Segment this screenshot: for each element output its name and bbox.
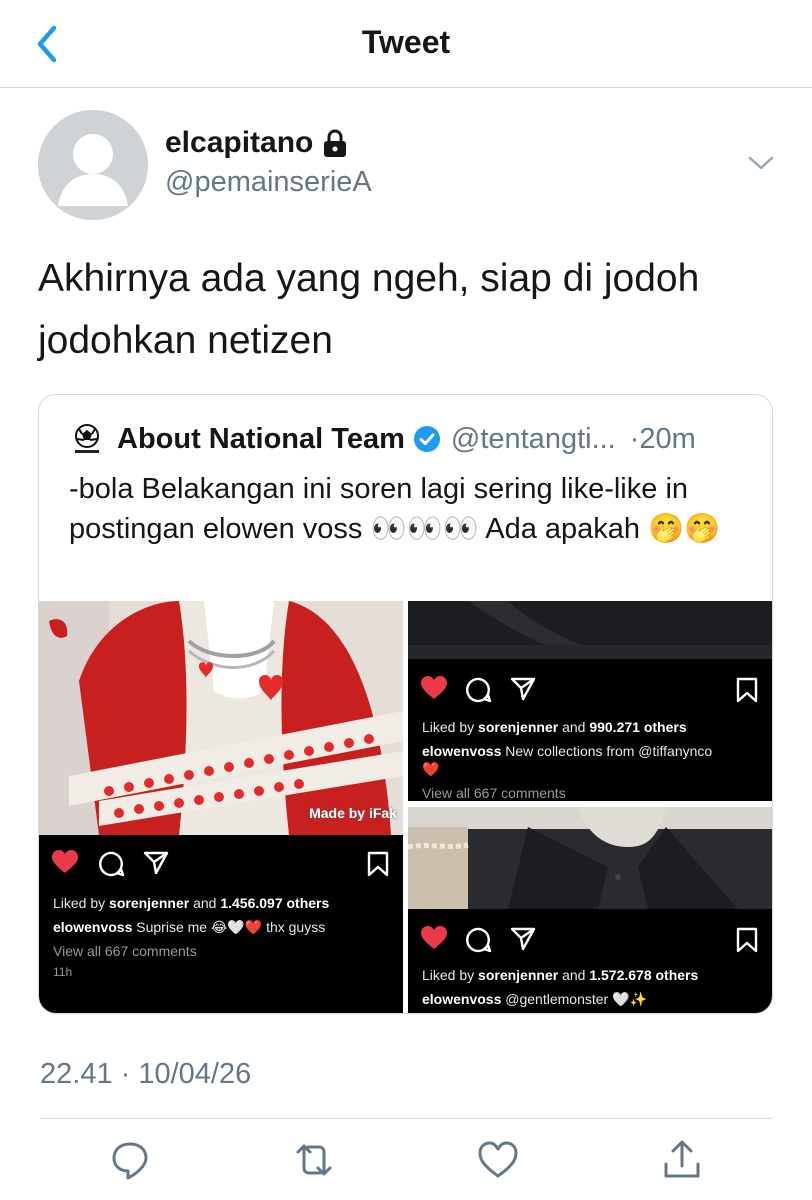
- top-bar: Tweet: [0, 0, 812, 88]
- share-icon[interactable]: [660, 1138, 704, 1182]
- heart-filled-icon[interactable]: [420, 675, 448, 701]
- bookmark-icon[interactable]: [367, 851, 389, 877]
- photo-watermark: Made by iFak: [309, 805, 397, 821]
- post-actions-right-top: [420, 675, 760, 705]
- shirt-photo-illustration: [408, 807, 772, 909]
- instagram-post-right-bottom[interactable]: Liked by sorenjenner and 1.572.678 other…: [408, 909, 772, 1013]
- soccer-ball-logo-icon: [75, 424, 99, 453]
- like-icon[interactable]: [476, 1138, 520, 1182]
- instagram-post-right-top[interactable]: Liked by sorenjenner and 990.271 others …: [408, 659, 772, 801]
- tweet-actions: [0, 1134, 812, 1190]
- send-icon[interactable]: [510, 927, 536, 951]
- likes-line-right-bottom: Liked by sorenjenner and 1.572.678 other…: [422, 967, 699, 983]
- lock-icon: [324, 129, 347, 157]
- author-name[interactable]: elcapitano: [165, 126, 349, 160]
- quote-header: About National Team @tentangti... ·20m: [69, 419, 696, 459]
- caption-left: elowenvoss Suprise me 😂🤍❤️ thx guyss: [53, 919, 326, 935]
- jacket-photo-illustration: [39, 601, 403, 835]
- quote-author-name[interactable]: About National Team: [117, 423, 405, 456]
- divider: [40, 1118, 772, 1119]
- instagram-post-left[interactable]: Liked by sorenjenner and 1.456.097 other…: [39, 835, 403, 1013]
- caption-right-bottom: elowenvoss @gentlemonster 🤍✨: [422, 991, 647, 1007]
- view-comments-left[interactable]: View all 667 comments: [53, 943, 197, 959]
- bookmark-icon[interactable]: [736, 677, 758, 703]
- post-actions-left: [51, 849, 391, 879]
- quote-time: ·20m: [629, 422, 696, 455]
- caption-emoji-right-top: ❤️: [422, 761, 440, 777]
- author-handle[interactable]: @pemainserieA: [165, 166, 372, 199]
- media-grid[interactable]: Made by iFak Liked by sorenjenner and 1.…: [39, 601, 772, 1013]
- likes-line-left: Liked by sorenjenner and 1.456.097 other…: [53, 895, 330, 911]
- quote-author-handle[interactable]: @tentangti...: [451, 423, 616, 456]
- photo-jacket[interactable]: Made by iFak: [39, 601, 403, 835]
- reply-icon[interactable]: [108, 1138, 152, 1182]
- author-display-name[interactable]: elcapitano: [165, 126, 313, 160]
- chevron-down-icon[interactable]: [744, 150, 778, 176]
- photo-arm[interactable]: [408, 601, 772, 659]
- page-title: Tweet: [361, 24, 451, 60]
- verified-badge-icon: [413, 426, 440, 452]
- bookmark-icon[interactable]: [736, 927, 758, 953]
- post-age-left: 11h: [53, 965, 73, 979]
- likes-line-right-top: Liked by sorenjenner and 990.271 others: [422, 719, 687, 735]
- view-comments-right-top[interactable]: View all 667 comments: [422, 785, 566, 801]
- arm-photo-illustration: [408, 601, 772, 659]
- quoted-tweet[interactable]: About National Team @tentangti... ·20m -…: [38, 394, 773, 1014]
- heart-filled-icon[interactable]: [51, 849, 79, 875]
- retweet-icon[interactable]: [292, 1138, 336, 1182]
- avatar[interactable]: [38, 110, 148, 220]
- default-avatar-icon: [38, 110, 148, 220]
- send-icon[interactable]: [510, 677, 536, 701]
- comment-icon[interactable]: [99, 851, 125, 877]
- comment-icon[interactable]: [466, 927, 492, 953]
- tweet-text: Akhirnya ada yang ngeh, siap di jodoh jo…: [38, 257, 700, 362]
- caption-right-top: elowenvoss New collections from @tiffany…: [422, 743, 713, 759]
- heart-filled-icon[interactable]: [420, 925, 448, 951]
- photo-shirt[interactable]: [408, 807, 772, 909]
- tweet-timestamp: 22.41 · 10/04/26: [40, 1058, 252, 1090]
- comment-icon[interactable]: [466, 677, 492, 703]
- quote-text: -bola Belakangan ini soren lagi sering l…: [69, 473, 721, 545]
- post-actions-right-bottom: [420, 925, 760, 955]
- send-icon[interactable]: [143, 851, 169, 875]
